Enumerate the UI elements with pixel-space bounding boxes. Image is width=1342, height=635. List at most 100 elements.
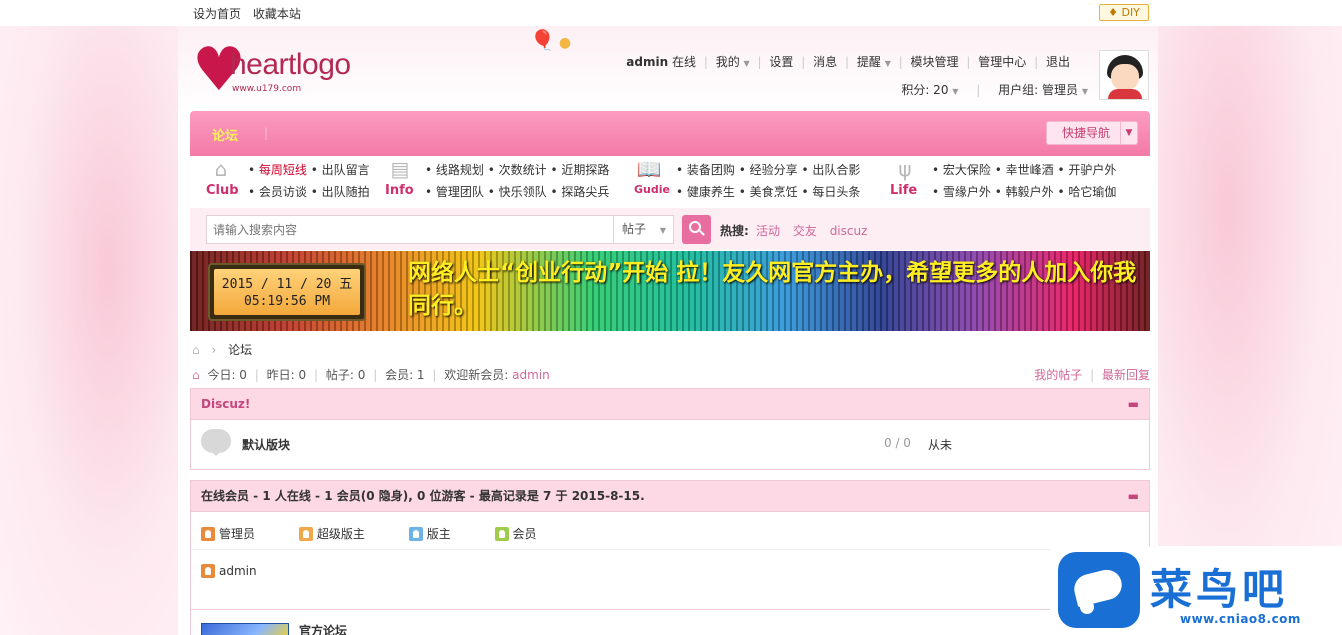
new-member-link[interactable]: admin — [512, 368, 550, 382]
module-admin-link[interactable]: 模块管理 — [911, 55, 959, 69]
member-legend: 管理员 超级版主 版主 会员 — [191, 512, 1139, 550]
category-link[interactable]: 探路尖兵 — [561, 185, 609, 199]
stats-links: 我的帖子 | 最新回复 — [1034, 368, 1150, 382]
new-replies-link[interactable]: 最新回复 — [1102, 368, 1150, 382]
breadcrumb-current[interactable]: 论坛 — [228, 343, 252, 357]
logout-link[interactable]: 退出 — [1046, 55, 1070, 69]
category-link[interactable]: 出队随拍 — [322, 185, 370, 199]
watermark-title: 菜鸟吧 — [1150, 565, 1289, 614]
user-icon — [298, 527, 313, 541]
forum-thumbnail[interactable] — [201, 623, 289, 635]
category-link[interactable]: 哈它瑜伽 — [1068, 185, 1116, 199]
search-input-wrap — [206, 215, 614, 244]
forum-name-link[interactable]: 默认版块 — [242, 436, 290, 453]
stat-posts: 帖子: 0 — [325, 368, 366, 382]
user-group-link[interactable]: 用户组: 管理员 — [998, 83, 1078, 97]
category-link[interactable]: 线路规划 — [436, 163, 484, 177]
search-button[interactable] — [682, 215, 711, 244]
watermark-url: www.cniao8.com — [1180, 612, 1301, 626]
section-title[interactable]: Discuz! — [201, 397, 250, 411]
my-menu-link[interactable]: 我的 — [716, 55, 740, 69]
my-posts-link[interactable]: 我的帖子 — [1034, 368, 1082, 382]
username-link[interactable]: admin — [626, 55, 668, 69]
collapse-icon[interactable]: ▬ — [1128, 389, 1139, 420]
category-link[interactable]: 经验分享 — [750, 163, 798, 177]
hot-word-link[interactable]: discuz — [830, 224, 868, 238]
category-link[interactable]: 幸世峰酒 — [1006, 163, 1054, 177]
search-type-select[interactable]: 帖子 ▼ — [614, 215, 674, 244]
hot-word-link[interactable]: 交友 — [793, 224, 817, 238]
category-label: Info — [385, 183, 414, 198]
search-type-label: 帖子 — [622, 222, 647, 236]
online-status: 在线 — [671, 55, 696, 69]
top-toolbar: 设为首页 收藏本站 ♦ DIY — [0, 0, 1342, 26]
settings-link[interactable]: 设置 — [769, 55, 793, 69]
category-link[interactable]: 每日头条 — [812, 185, 860, 199]
category-link[interactable]: 近期探路 — [561, 163, 609, 177]
category-link[interactable]: 宏大保险 — [943, 163, 991, 177]
stat-members: 会员: 1 — [385, 368, 425, 382]
nav-separator: | — [264, 126, 269, 140]
category-link[interactable]: 美食烹饪 — [750, 185, 798, 199]
category-link[interactable]: 雪缘户外 — [943, 185, 991, 199]
diy-button[interactable]: ♦ DIY — [1099, 4, 1149, 21]
search-bar: 帖子 ▼ 热搜: 活动 交友 discuz — [190, 208, 1150, 250]
home-icon[interactable]: ⌂ — [192, 343, 200, 357]
category-link[interactable]: 韩毅户外 — [1006, 185, 1054, 199]
clock-widget: 2015 / 11 / 20 五 05:19:56 PM — [208, 263, 366, 321]
watermark: 菜鸟吧 www.cniao8.com — [1050, 546, 1342, 635]
page-background-right — [1152, 26, 1342, 635]
stat-yesterday: 昨日: 0 — [266, 368, 307, 382]
category-link[interactable]: 快乐领队 — [499, 185, 547, 199]
legend-item: 超级版主 — [298, 527, 385, 541]
messages-link[interactable]: 消息 — [813, 55, 837, 69]
category-link[interactable]: 开驴户外 — [1068, 163, 1116, 177]
category-nav: ⌂ Club • 每周短线 • 出队留言 • 会员访谈 • 出队随拍 ▤ Inf… — [190, 156, 1150, 206]
nav-forum[interactable]: 论坛 — [212, 125, 238, 144]
avatar-face — [1111, 64, 1139, 90]
category-guide: 📖 Gudie • 装备团购 • 经验分享 • 出队合影 • 健康养生 • 美食… — [634, 157, 861, 199]
legend-item: 版主 — [408, 527, 471, 541]
chevron-down-icon: ▼ — [884, 59, 891, 68]
bookmark-link[interactable]: 收藏本站 — [253, 7, 301, 21]
legend-item: 管理员 — [201, 527, 275, 541]
official-forum-title[interactable]: 官方论坛 — [299, 622, 347, 635]
category-link[interactable]: 次数统计 — [499, 163, 547, 177]
site-header: ♥ heartlogo www.u179.com 🎈 ● admin 在线 | 我… — [178, 26, 1158, 111]
forum-counts: 0 / 0 — [884, 436, 911, 450]
search-input[interactable] — [207, 216, 607, 243]
hot-word-link[interactable]: 活动 — [756, 224, 780, 238]
logo-url: www.u179.com — [232, 84, 302, 94]
forum-section: Discuz! ▬ 默认版块 0 / 0 从未 — [190, 388, 1150, 470]
online-title: 在线会员 - 1 人在线 - 1 会员(0 隐身), 0 位游客 - 最高记录是… — [201, 489, 645, 503]
forum-stats: ⌂ 今日: 0 | 昨日: 0 | 帖子: 0 | 会员: 1 | 欢迎新会员:… — [192, 368, 550, 382]
category-link[interactable]: 健康养生 — [687, 185, 735, 199]
chevron-down-icon: ▼ — [952, 87, 959, 96]
collapse-icon[interactable]: ▬ — [1128, 481, 1139, 512]
category-life: ψ Life • 宏大保险 • 幸世峰酒 • 开驴户外 • 雪缘户外 • 韩毅户… — [890, 157, 1117, 199]
book-icon: 📖 — [636, 157, 662, 181]
category-link[interactable]: 会员访谈 — [259, 185, 307, 199]
chevron-down-icon: ▼ — [1081, 87, 1088, 96]
quick-nav-button[interactable]: 快捷导航 ▼ — [1046, 121, 1138, 145]
legend-item: 会员 — [494, 527, 557, 541]
house-icon: ⌂ — [214, 157, 228, 181]
admin-center-link[interactable]: 管理中心 — [978, 55, 1026, 69]
online-user-list: admin — [191, 550, 1149, 578]
clock-time: 05:19:56 PM — [243, 294, 331, 309]
category-link[interactable]: 每周短线 — [259, 163, 307, 177]
user-icon — [494, 527, 509, 541]
user-icon — [408, 527, 423, 541]
category-link[interactable]: 出队合影 — [812, 163, 860, 177]
category-link[interactable]: 管理团队 — [436, 185, 484, 199]
set-home-link[interactable]: 设为首页 — [193, 7, 241, 21]
site-logo[interactable]: ♥ heartlogo www.u179.com — [192, 40, 372, 102]
announcement-banner[interactable]: 2015 / 11 / 20 五 05:19:56 PM 网络人士“创业行动”开… — [190, 251, 1150, 331]
avatar[interactable] — [1099, 50, 1149, 100]
forum-row: 默认版块 0 / 0 从未 — [191, 420, 1149, 468]
reminders-link[interactable]: 提醒 — [857, 55, 881, 69]
online-user-link[interactable]: admin — [219, 564, 257, 578]
category-link[interactable]: 装备团购 — [687, 163, 735, 177]
points-link[interactable]: 积分: 20 — [901, 83, 948, 97]
category-link[interactable]: 出队留言 — [322, 163, 370, 177]
